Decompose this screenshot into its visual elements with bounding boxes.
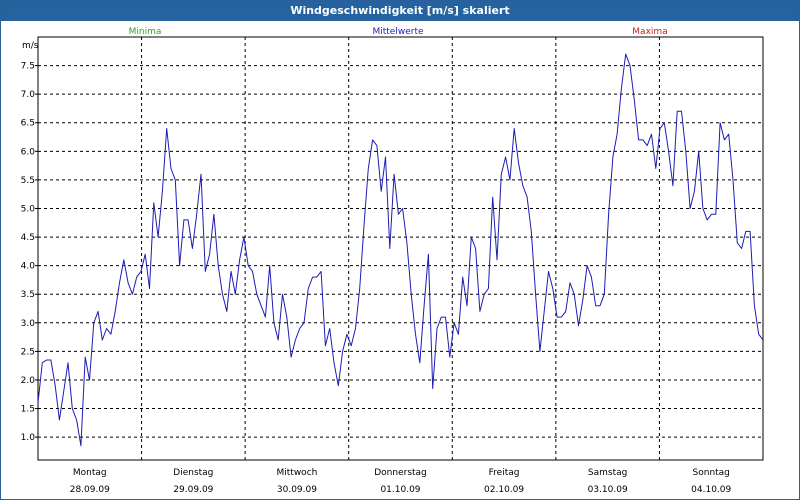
x-day-label: Sonntag bbox=[693, 468, 730, 478]
y-tick-label: 7.5 bbox=[21, 62, 35, 72]
x-day-label: Mittwoch bbox=[277, 468, 318, 478]
legend-maxima: Maxima bbox=[632, 27, 667, 37]
y-tick-label: 6.0 bbox=[21, 147, 36, 157]
x-day-label: Donnerstag bbox=[374, 468, 427, 478]
y-tick-label: 6.5 bbox=[21, 119, 35, 129]
x-date-label: 04.10.09 bbox=[691, 485, 731, 495]
plot-area bbox=[37, 36, 764, 461]
x-date-label: 30.09.09 bbox=[277, 485, 317, 495]
y-tick-label: 2.5 bbox=[21, 347, 35, 357]
y-tick-label: 2.0 bbox=[21, 376, 36, 386]
y-tick-label: 5.5 bbox=[21, 176, 35, 186]
legend-mittelwerte: Mittelwerte bbox=[372, 27, 423, 37]
x-day-label: Dienstag bbox=[173, 468, 213, 478]
x-day-label: Freitag bbox=[489, 468, 520, 478]
y-axis-unit-label: m/s bbox=[22, 41, 39, 51]
y-tick-label: 3.5 bbox=[21, 290, 35, 300]
x-date-label: 29.09.09 bbox=[173, 485, 213, 495]
chart: 1.0 1.5 2.0 2.5 3.0 3.5 4.0 4.5 5.0 5.5 6.0 6.5 7.0 7… bbox=[21, 27, 764, 495]
y-tick-label: 4.5 bbox=[21, 233, 35, 243]
x-date-label: 28.09.09 bbox=[70, 485, 110, 495]
y-tick-label: 4.0 bbox=[21, 262, 36, 272]
x-day-label: Montag bbox=[73, 468, 107, 478]
x-date-label: 02.10.09 bbox=[484, 485, 524, 495]
x-date-label: 01.10.09 bbox=[380, 485, 420, 495]
y-tick-label: 3.0 bbox=[21, 319, 36, 329]
y-tick-label: 7.0 bbox=[21, 90, 36, 100]
y-tick-label: 1.0 bbox=[21, 433, 36, 443]
x-day-label: Samstag bbox=[588, 468, 627, 478]
y-tick-label: 1.5 bbox=[21, 405, 35, 415]
x-date-label: 03.10.09 bbox=[588, 485, 628, 495]
legend-minima: Minima bbox=[129, 27, 162, 37]
y-tick-label: 5.0 bbox=[21, 204, 36, 214]
